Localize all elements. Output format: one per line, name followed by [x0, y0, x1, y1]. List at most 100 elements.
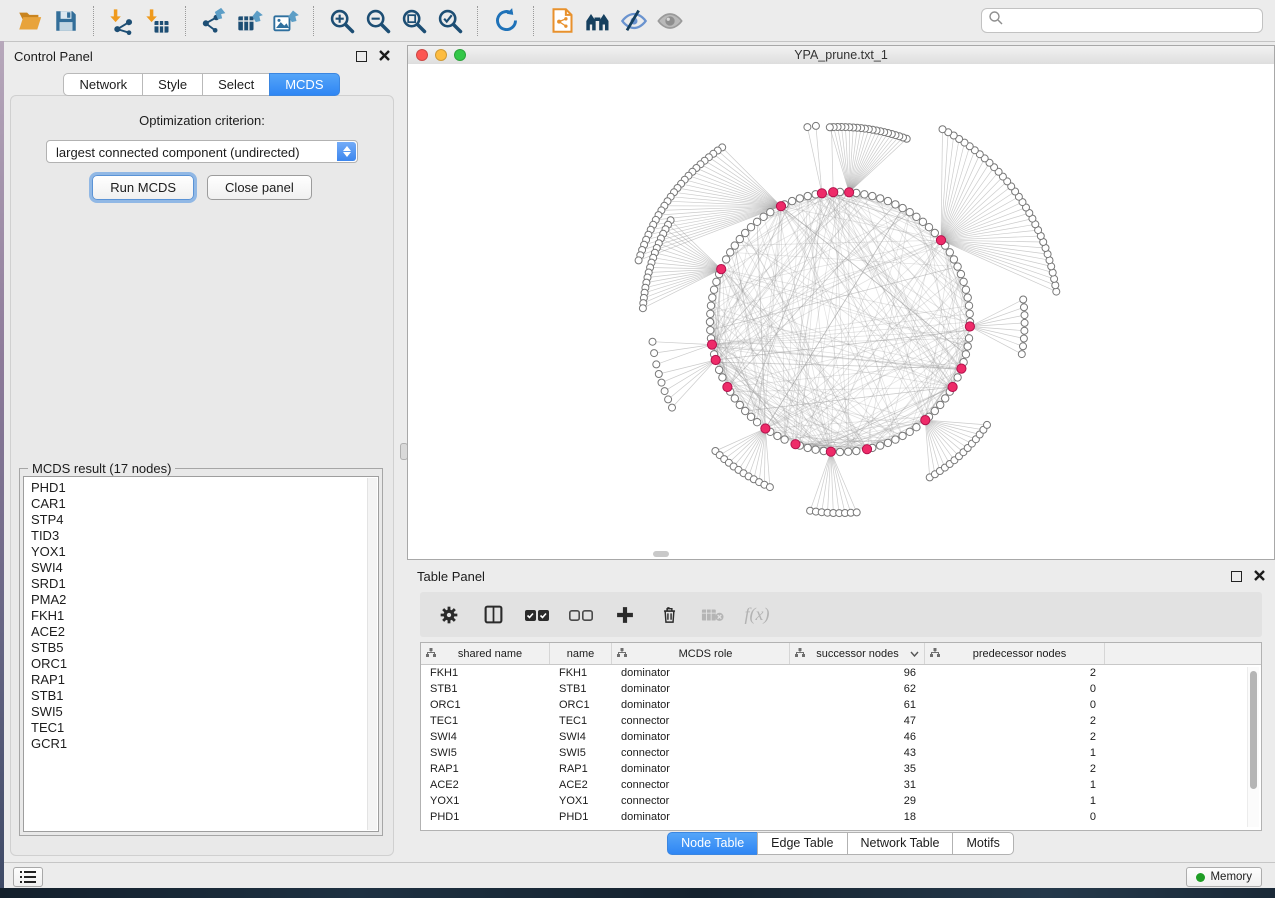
table-row[interactable]: RAP1RAP1dominator352: [421, 761, 1261, 777]
export-image-icon[interactable]: [271, 6, 301, 36]
table-row[interactable]: SWI5SWI5connector431: [421, 745, 1261, 761]
network-window-titlebar[interactable]: YPA_prune.txt_1: [407, 45, 1275, 65]
panel-splitter[interactable]: [400, 45, 407, 862]
delete-column-trash-icon[interactable]: [652, 598, 686, 632]
table-row[interactable]: ACE2ACE2connector311: [421, 777, 1261, 793]
zoom-out-icon[interactable]: [363, 6, 393, 36]
dominator-node[interactable]: [826, 447, 835, 456]
tab-style[interactable]: Style: [142, 73, 203, 96]
column-header-predecessor-nodes[interactable]: predecessor nodes: [925, 643, 1105, 664]
export-table-icon[interactable]: [235, 6, 265, 36]
network-graph[interactable]: [408, 64, 1274, 559]
tab-edge-table[interactable]: Edge Table: [757, 832, 847, 855]
hide-selected-icon[interactable]: [619, 6, 649, 36]
create-column-icon[interactable]: [608, 598, 642, 632]
tab-network-table[interactable]: Network Table: [847, 832, 954, 855]
tab-mcds[interactable]: MCDS: [269, 73, 339, 96]
table-row[interactable]: PHD1PHD1dominator180: [421, 809, 1261, 825]
search-field[interactable]: [981, 8, 1263, 33]
close-panel-button[interactable]: Close panel: [207, 175, 312, 200]
memory-button[interactable]: Memory: [1186, 867, 1262, 887]
table-row[interactable]: TEC1TEC1connector472: [421, 713, 1261, 729]
dominator-node[interactable]: [921, 416, 930, 425]
dominator-node[interactable]: [817, 189, 826, 198]
dominator-node[interactable]: [761, 424, 770, 433]
dominator-node[interactable]: [936, 236, 945, 245]
tab-motifs[interactable]: Motifs: [952, 832, 1013, 855]
mcds-result-item[interactable]: PMA2: [24, 592, 378, 608]
tab-node-table[interactable]: Node Table: [667, 832, 758, 855]
dominator-node[interactable]: [845, 188, 854, 197]
mcds-result-item[interactable]: YOX1: [24, 544, 378, 560]
open-file-icon[interactable]: [15, 6, 45, 36]
dominator-node[interactable]: [957, 364, 966, 373]
new-network-from-selection-icon[interactable]: [547, 6, 577, 36]
zoom-selected-icon[interactable]: [435, 6, 465, 36]
dominator-node[interactable]: [965, 322, 974, 331]
save-session-icon[interactable]: [51, 6, 81, 36]
float-panel-icon[interactable]: [1231, 571, 1242, 582]
mcds-result-item[interactable]: FKH1: [24, 608, 378, 624]
refresh-layout-icon[interactable]: [491, 6, 521, 36]
dominator-node[interactable]: [776, 202, 785, 211]
column-header-MCDS-role[interactable]: MCDS role: [612, 643, 790, 664]
close-panel-icon[interactable]: [1254, 569, 1265, 584]
node-table[interactable]: shared namenameMCDS rolesuccessor nodesp…: [420, 642, 1262, 831]
first-neighbors-icon[interactable]: [583, 6, 613, 36]
mcds-result-item[interactable]: SRD1: [24, 576, 378, 592]
zoom-in-icon[interactable]: [327, 6, 357, 36]
dominator-node[interactable]: [723, 382, 732, 391]
table-row[interactable]: ORC1ORC1dominator610: [421, 697, 1261, 713]
column-header-shared-name[interactable]: shared name: [421, 643, 550, 664]
column-header-name[interactable]: name: [550, 643, 612, 664]
mcds-result-item[interactable]: TEC1: [24, 720, 378, 736]
mcds-result-item[interactable]: TID3: [24, 528, 378, 544]
export-network-icon[interactable]: [199, 6, 229, 36]
list-scrollbar[interactable]: [367, 478, 377, 830]
mcds-result-item[interactable]: ACE2: [24, 624, 378, 640]
run-mcds-button[interactable]: Run MCDS: [92, 175, 194, 200]
zoom-fit-icon[interactable]: [399, 6, 429, 36]
table-row[interactable]: FKH1FKH1dominator962: [421, 665, 1261, 681]
table-row[interactable]: SWI4SWI4dominator462: [421, 729, 1261, 745]
import-table-icon[interactable]: [143, 6, 173, 36]
mcds-result-item[interactable]: SWI4: [24, 560, 378, 576]
dominator-node[interactable]: [948, 382, 957, 391]
show-column-panel-icon[interactable]: [476, 598, 510, 632]
table-row[interactable]: STB1STB1dominator620: [421, 681, 1261, 697]
dominator-node[interactable]: [707, 340, 716, 349]
task-history-button[interactable]: [13, 867, 43, 887]
show-all-icon[interactable]: [655, 6, 685, 36]
mcds-result-item[interactable]: STB5: [24, 640, 378, 656]
mcds-result-item[interactable]: PHD1: [24, 480, 378, 496]
mcds-result-item[interactable]: STB1: [24, 688, 378, 704]
table-settings-gear-icon[interactable]: [432, 598, 466, 632]
search-input[interactable]: [1004, 13, 1256, 29]
table-scrollbar[interactable]: [1247, 667, 1259, 827]
dominator-node[interactable]: [862, 445, 871, 454]
table-row[interactable]: YOX1YOX1connector291: [421, 793, 1261, 809]
mcds-result-item[interactable]: ORC1: [24, 656, 378, 672]
criterion-dropdown[interactable]: largest connected component (undirected): [46, 140, 358, 163]
import-network-icon[interactable]: [107, 6, 137, 36]
float-panel-icon[interactable]: [356, 51, 367, 62]
mcds-result-item[interactable]: GCR1: [24, 736, 378, 752]
mcds-result-item[interactable]: CAR1: [24, 496, 378, 512]
column-header-successor-nodes[interactable]: successor nodes: [790, 643, 925, 664]
network-canvas[interactable]: [407, 64, 1275, 560]
mcds-result-list[interactable]: PHD1CAR1STP4TID3YOX1SWI4SRD1PMA2FKH1ACE2…: [23, 476, 379, 832]
network-hscroll-thumb[interactable]: [653, 551, 669, 557]
dominator-node[interactable]: [791, 440, 800, 449]
close-panel-icon[interactable]: [379, 49, 390, 64]
mcds-result-item[interactable]: RAP1: [24, 672, 378, 688]
table-scrollbar-thumb[interactable]: [1250, 671, 1257, 789]
mcds-result-item[interactable]: SWI5: [24, 704, 378, 720]
mcds-result-item[interactable]: STP4: [24, 512, 378, 528]
unselect-all-columns-icon[interactable]: [564, 598, 598, 632]
tab-select[interactable]: Select: [202, 73, 270, 96]
tab-network[interactable]: Network: [63, 73, 143, 96]
dominator-node[interactable]: [717, 265, 726, 274]
dominator-node[interactable]: [829, 188, 838, 197]
dominator-node[interactable]: [711, 355, 720, 364]
select-all-columns-icon[interactable]: [520, 598, 554, 632]
